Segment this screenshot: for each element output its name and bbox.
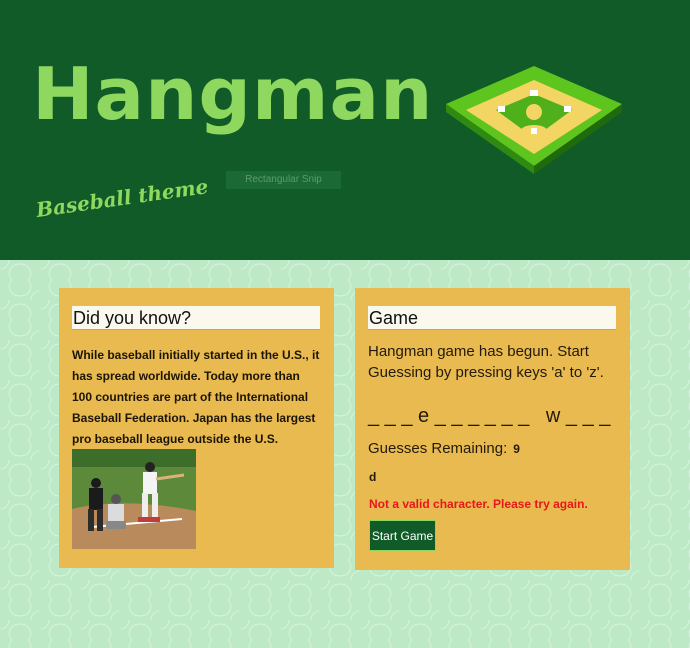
did-you-know-card: Did you know? While baseball initially s…: [59, 288, 334, 568]
game-heading: Game: [368, 306, 616, 330]
site-header: Hangman Rectangular Snip Baseball theme: [0, 0, 690, 260]
guesses-count: 9: [513, 442, 520, 456]
baseball-fact-text: While baseball initially started in the …: [72, 348, 320, 446]
error-message: Not a valid character. Please try again.: [369, 497, 588, 511]
game-card: Game Hangman game has begun. Start Guess…: [355, 288, 630, 570]
page-title: Hangman: [32, 52, 434, 136]
guesses-remaining: Guesses Remaining: 9: [368, 440, 520, 457]
guesses-label: Guesses Remaining:: [368, 440, 508, 457]
snip-label: Rectangular Snip: [226, 171, 341, 189]
baseball-batter-photo: [72, 449, 196, 549]
word-display: _ _ _ e _ _ _ _ _ _ w _ _ _: [368, 405, 611, 427]
guessed-letters: d: [369, 470, 377, 484]
baseball-diamond-icon: [446, 66, 622, 174]
theme-subtitle: Baseball theme: [34, 174, 210, 222]
start-game-button[interactable]: Start Game: [369, 520, 436, 551]
game-instructions: Hangman game has begun. Start Guessing b…: [368, 343, 604, 381]
did-you-know-heading: Did you know?: [72, 306, 320, 330]
